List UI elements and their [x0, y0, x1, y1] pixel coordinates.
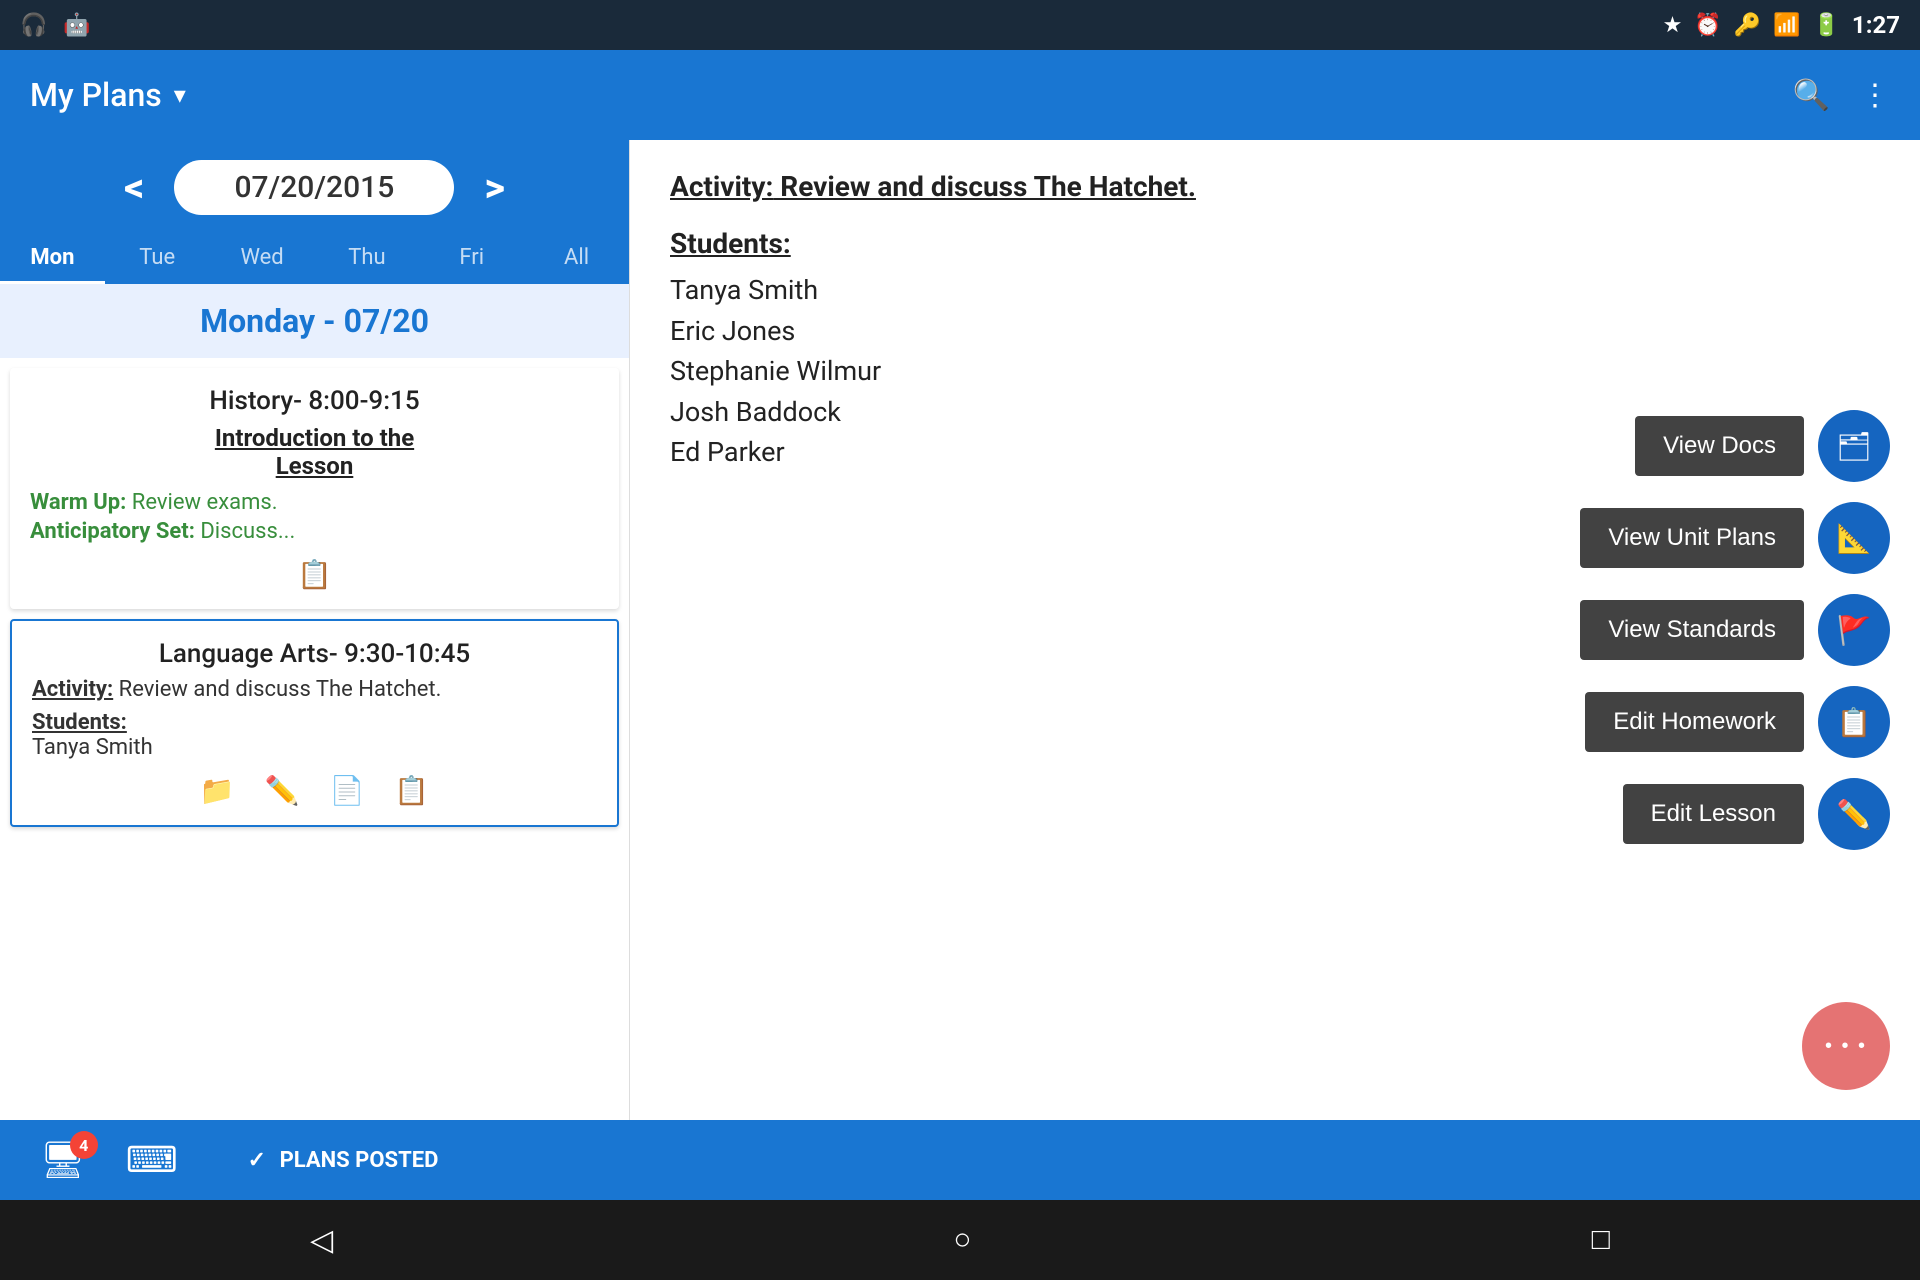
lesson-time-language-arts: Language Arts- 9:30-10:45: [32, 639, 597, 669]
lesson-student-tanya: Tanya Smith: [32, 735, 597, 760]
wifi-icon: 📶: [1773, 13, 1800, 38]
tab-wed[interactable]: Wed: [210, 231, 315, 284]
clipboard-check-icon: 📋: [1837, 706, 1872, 739]
app-bar-actions: 🔍 ⋮: [1793, 78, 1890, 113]
status-time: 1:27: [1852, 11, 1900, 39]
lesson-anticipatory: Anticipatory Set: Discuss...: [30, 519, 599, 544]
key-icon: 🔑: [1734, 13, 1761, 38]
more-options-icon[interactable]: ⋮: [1860, 78, 1890, 113]
edit-icon-la[interactable]: ✏️: [265, 774, 300, 807]
keyboard-icon[interactable]: ⌨: [126, 1139, 178, 1181]
dropdown-icon[interactable]: ▾: [174, 81, 186, 109]
edit-homework-row: Edit Homework 📋: [1570, 686, 1890, 758]
tab-fri[interactable]: Fri: [419, 231, 524, 284]
detail-student-5: Ed Parker: [670, 432, 1500, 473]
bottom-bar: 🖥 4 ⌨ ✓ PLANS POSTED: [0, 1120, 1920, 1200]
detail-student-4: Josh Baddock: [670, 392, 1500, 433]
battery-icon: 🔋: [1813, 13, 1840, 38]
action-buttons-panel: View Docs 🗂 View Unit Plans 📐 View Stand…: [1540, 140, 1920, 1120]
android-nav-bar: ◁ ○ □: [0, 1200, 1920, 1280]
edit-lesson-row: Edit Lesson ✏️: [1570, 778, 1890, 850]
day-header: Monday - 07/20: [0, 284, 629, 358]
day-tabs: Mon Tue Wed Thu Fri All: [0, 231, 629, 284]
view-docs-button[interactable]: View Docs: [1635, 416, 1804, 476]
main-content: < 07/20/2015 > Mon Tue Wed Thu Fri All M…: [0, 140, 1920, 1120]
detail-student-2: Eric Jones: [670, 311, 1500, 352]
flag-icon: 🚩: [1837, 614, 1872, 647]
lesson-students-label-la: Students:: [32, 710, 597, 735]
plans-posted-status: ✓ PLANS POSTED: [248, 1148, 439, 1173]
lesson-card-language-arts[interactable]: Language Arts- 9:30-10:45 Activity: Revi…: [10, 619, 619, 827]
detail-student-3: Stephanie Wilmur: [670, 351, 1500, 392]
pencil-icon: ✏️: [1837, 798, 1872, 831]
view-standards-row: View Standards 🚩: [1570, 594, 1890, 666]
ellipsis-icon: • • •: [1825, 1035, 1867, 1058]
home-button[interactable]: ○: [953, 1223, 971, 1257]
android-icon: 🤖: [63, 13, 90, 38]
lesson-card-la-icons: 📁 ✏️ 📄 📋: [32, 774, 597, 807]
right-panel: Activity: Review and discuss The Hatchet…: [630, 140, 1920, 1120]
lesson-title-history: Introduction to theLesson: [30, 424, 599, 480]
view-docs-row: View Docs 🗂: [1570, 410, 1890, 482]
view-standards-circle-button[interactable]: 🚩: [1818, 594, 1890, 666]
edit-lesson-button[interactable]: Edit Lesson: [1623, 784, 1804, 844]
view-unit-plans-row: View Unit Plans 📐: [1570, 502, 1890, 574]
detail-content: Activity: Review and discuss The Hatchet…: [670, 170, 1500, 473]
next-date-button[interactable]: >: [474, 164, 515, 211]
detail-students-label: Students:: [670, 227, 1500, 260]
search-icon[interactable]: 🔍: [1793, 78, 1830, 113]
lesson-warmup: Warm Up: Review exams.: [30, 490, 599, 515]
detail-activity: Activity: Review and discuss The Hatchet…: [670, 170, 1500, 203]
view-docs-circle-button[interactable]: 🗂: [1818, 410, 1890, 482]
app-bar-title-group: My Plans ▾: [30, 76, 186, 114]
date-nav-row: < 07/20/2015 >: [114, 160, 515, 215]
view-standards-button[interactable]: View Standards: [1580, 600, 1804, 660]
lesson-card-history-icons: 📋: [30, 558, 599, 591]
fab-more-button[interactable]: • • •: [1802, 1002, 1890, 1090]
app-bar: My Plans ▾ 🔍 ⋮: [0, 50, 1920, 140]
lesson-card-history[interactable]: History- 8:00-9:15 Introduction to theLe…: [10, 368, 619, 609]
notification-badge: 4: [70, 1131, 98, 1159]
back-button[interactable]: ◁: [310, 1223, 333, 1258]
headset-icon: 🎧: [20, 13, 47, 38]
tab-thu[interactable]: Thu: [314, 231, 419, 284]
recents-button[interactable]: □: [1592, 1223, 1610, 1257]
clipboard-icon-history[interactable]: 📋: [297, 558, 332, 591]
detail-student-1: Tanya Smith: [670, 270, 1500, 311]
tab-mon[interactable]: Mon: [0, 231, 105, 284]
plans-posted-text: PLANS POSTED: [280, 1148, 439, 1173]
folder-icon-la[interactable]: 📁: [200, 774, 235, 807]
status-bar-left: 🎧 🤖: [20, 13, 91, 38]
status-bar: 🎧 🤖 ★ ⏰ 🔑 📶 🔋 1:27: [0, 0, 1920, 50]
view-unit-plans-button[interactable]: View Unit Plans: [1580, 508, 1804, 568]
lesson-activity-la: Activity: Review and discuss The Hatchet…: [32, 677, 597, 702]
current-date[interactable]: 07/20/2015: [174, 160, 454, 215]
prev-date-button[interactable]: <: [114, 164, 154, 211]
tab-tue[interactable]: Tue: [105, 231, 210, 284]
view-unit-plans-circle-button[interactable]: 📐: [1818, 502, 1890, 574]
screen-with-badge[interactable]: 🖥 4: [40, 1139, 86, 1181]
edit-homework-circle-button[interactable]: 📋: [1818, 686, 1890, 758]
docs-icon-la[interactable]: 📄: [330, 774, 365, 807]
tab-all[interactable]: All: [524, 231, 629, 284]
checkmark-icon: ✓: [248, 1148, 266, 1173]
status-bar-right: ★ ⏰ 🔑 📶 🔋 1:27: [1663, 11, 1900, 39]
lessons-list: History- 8:00-9:15 Introduction to theLe…: [0, 358, 629, 1120]
left-panel: < 07/20/2015 > Mon Tue Wed Thu Fri All M…: [0, 140, 630, 1120]
alarm-icon: ⏰: [1694, 13, 1721, 38]
lesson-time-history: History- 8:00-9:15: [30, 386, 599, 416]
ruler-pencil-icon: 📐: [1837, 522, 1872, 555]
folder-icon: 🗂: [1836, 430, 1872, 463]
star-icon: ★: [1663, 13, 1683, 38]
app-title: My Plans: [30, 76, 162, 114]
edit-homework-button[interactable]: Edit Homework: [1585, 692, 1804, 752]
date-navigation: < 07/20/2015 > Mon Tue Wed Thu Fri All: [0, 140, 629, 284]
edit-lesson-circle-button[interactable]: ✏️: [1818, 778, 1890, 850]
clipboard-icon-la[interactable]: 📋: [394, 774, 429, 807]
